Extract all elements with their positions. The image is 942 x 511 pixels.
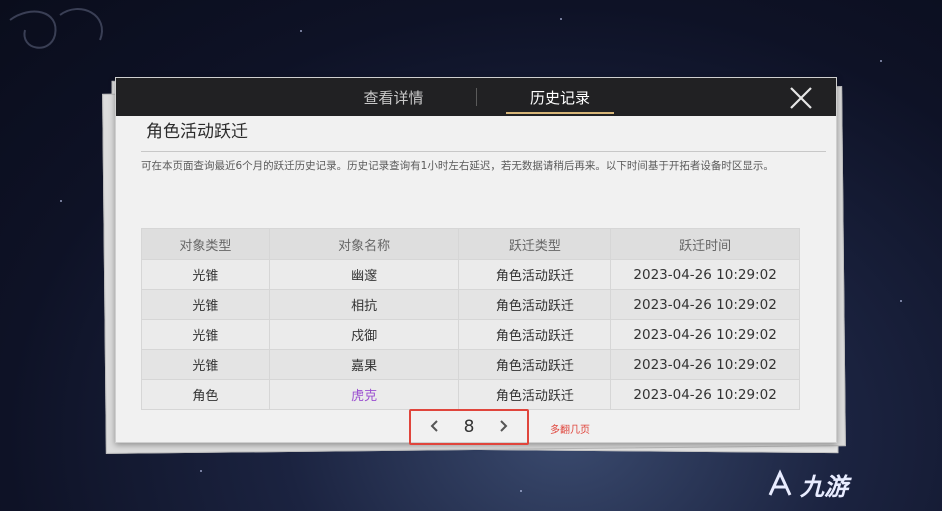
cell-time: 2023-04-26 10:29:02 (610, 289, 800, 320)
cell-time: 2023-04-26 10:29:02 (610, 379, 800, 410)
table-row: 光锥 嘉果 角色活动跃迁 2023-04-26 10:29:02 (141, 349, 800, 380)
header-object-type: 对象类型 (141, 228, 270, 260)
cell-warp-type: 角色活动跃迁 (458, 319, 612, 350)
annotation-note: 多翻几页 (550, 425, 590, 436)
cell-warp-type: 角色活动跃迁 (458, 349, 612, 380)
screen: { "tabs": { "detail_label": "查看详情", "his… (0, 0, 942, 511)
history-content: 角色活动跃迁 可在本页面查询最近6个月的跃迁历史记录。历史记录查询有1小时左右延… (141, 116, 826, 445)
warp-history-table: 对象类型 对象名称 跃迁类型 跃迁时间 光锥 幽邃 角色活动跃迁 2023-04… (141, 228, 800, 410)
logo-icon (768, 469, 792, 496)
cell-type: 光锥 (141, 349, 270, 380)
doodle-decoration (9, 8, 103, 49)
star (900, 300, 902, 302)
cell-name: 戍御 (268, 319, 460, 350)
cell-warp-type: 角色活动跃迁 (458, 259, 612, 290)
description-text: 可在本页面查询最近6个月的跃迁历史记录。历史记录查询有1小时左右延迟，若无数据请… (141, 160, 774, 172)
cell-type: 光锥 (141, 319, 270, 350)
tab-history[interactable]: 历史记录 (506, 78, 614, 116)
star (520, 490, 522, 492)
table-row: 光锥 幽邃 角色活动跃迁 2023-04-26 10:29:02 (141, 259, 800, 290)
tab-view-details[interactable]: 查看详情 (331, 78, 456, 116)
history-dialog: 查看详情 历史记录 角色活动跃迁 可在本页面查询最近6个月的跃迁历史记录。历史记… (115, 77, 837, 445)
star (60, 200, 62, 202)
header-object-name: 对象名称 (268, 228, 460, 260)
watermark: 九游 (760, 465, 940, 505)
star (560, 18, 562, 20)
table-row: 光锥 相抗 角色活动跃迁 2023-04-26 10:29:02 (141, 289, 800, 320)
watermark-text: 九游 (800, 473, 848, 501)
star (300, 30, 302, 32)
cell-time: 2023-04-26 10:29:02 (610, 349, 800, 380)
star (200, 470, 202, 472)
cell-name: 幽邃 (268, 259, 460, 290)
close-icon (790, 87, 812, 109)
cell-time: 2023-04-26 10:29:02 (610, 259, 800, 290)
pagination: 8 (409, 409, 529, 445)
title-divider (141, 151, 826, 152)
table-header-row: 对象类型 对象名称 跃迁类型 跃迁时间 (141, 228, 800, 260)
table-row: 角色 虎克 角色活动跃迁 2023-04-26 10:29:02 (141, 379, 800, 410)
table-row: 光锥 戍御 角色活动跃迁 2023-04-26 10:29:02 (141, 319, 800, 350)
next-page-button[interactable] (495, 418, 513, 438)
cell-warp-type: 角色活动跃迁 (458, 379, 612, 410)
close-button[interactable] (788, 85, 814, 111)
cell-type: 光锥 (141, 259, 270, 290)
cell-name: 嘉果 (268, 349, 460, 380)
cell-name-highlighted: 虎克 (268, 379, 460, 410)
cell-warp-type: 角色活动跃迁 (458, 289, 612, 320)
tab-bar: 查看详情 历史记录 (116, 78, 836, 116)
cell-time: 2023-04-26 10:29:02 (610, 319, 800, 350)
page-title: 角色活动跃迁 (146, 122, 248, 142)
cell-type: 光锥 (141, 289, 270, 320)
cell-type: 角色 (141, 379, 270, 410)
cell-name: 相抗 (268, 289, 460, 320)
header-warp-type: 跃迁类型 (458, 228, 612, 260)
header-warp-time: 跃迁时间 (610, 228, 800, 260)
tab-divider (476, 88, 477, 106)
star (880, 60, 882, 62)
chevron-right-icon (500, 420, 508, 432)
